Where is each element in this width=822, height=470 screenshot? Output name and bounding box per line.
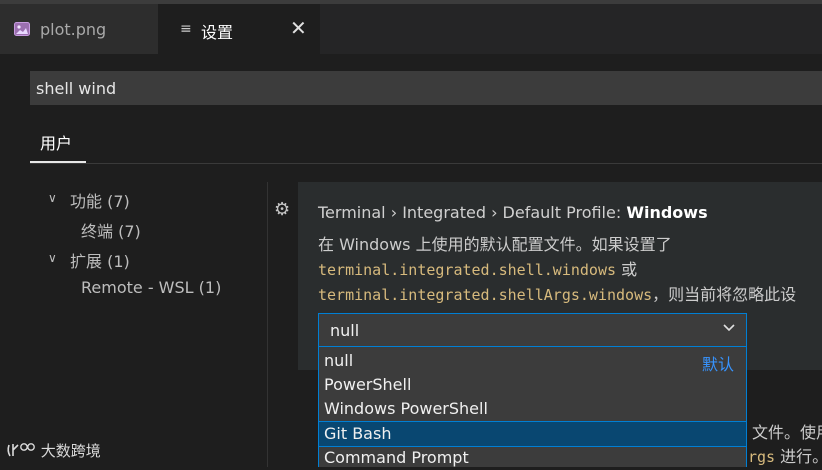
option-powershell[interactable]: PowerShell bbox=[319, 373, 746, 397]
watermark: 大数跨境 bbox=[6, 440, 101, 461]
toc-item-terminal[interactable]: 终端 (7) bbox=[81, 218, 141, 242]
option-label: null bbox=[324, 351, 354, 370]
chevron-down-icon[interactable]: ∨ bbox=[48, 191, 57, 205]
toc-item-features[interactable]: 功能 (7) bbox=[70, 188, 130, 212]
setting-description-line3: terminal.integrated.shellArgs.windows，则当… bbox=[318, 281, 796, 305]
code-link[interactable]: terminal.integrated.shell.windows bbox=[318, 261, 616, 279]
toc-item-extensions[interactable]: 扩展 (1) bbox=[70, 248, 130, 272]
setting-title-path: Terminal › Integrated › Default Profile: bbox=[318, 203, 627, 222]
setting-description: 在 Windows 上使用的默认配置文件。如果设置了 bbox=[318, 235, 672, 254]
option-label: Git Bash bbox=[324, 424, 392, 443]
option-windows-powershell[interactable]: Windows PowerShell bbox=[319, 397, 746, 421]
description-text: 进行。 bbox=[780, 447, 822, 466]
next-setting-description-line2: rgs 进行。 bbox=[748, 443, 822, 467]
tab-label: 设置 bbox=[201, 23, 234, 42]
image-icon bbox=[14, 22, 30, 36]
chevron-down-icon bbox=[723, 324, 735, 332]
tab-user-settings[interactable]: 用户 bbox=[40, 130, 72, 154]
option-label: Windows PowerShell bbox=[324, 399, 488, 418]
select-value: null bbox=[330, 321, 360, 340]
tab-plot-png[interactable]: plot.png bbox=[0, 4, 158, 54]
setting-title: Terminal › Integrated › Default Profile:… bbox=[318, 203, 708, 222]
description-text: ，则当前将忽略此设 bbox=[652, 285, 797, 304]
code-link[interactable]: terminal.integrated.shellArgs.windows bbox=[318, 286, 652, 304]
option-null[interactable]: null 默认 bbox=[319, 349, 746, 374]
list-icon: ≡ bbox=[180, 21, 192, 37]
tab-label: plot.png bbox=[40, 20, 107, 39]
option-command-prompt[interactable]: Command Prompt bbox=[319, 446, 746, 470]
search-value: shell wind bbox=[36, 78, 117, 98]
next-setting-description: 文件。使用 bbox=[752, 423, 822, 442]
option-git-bash[interactable]: Git Bash bbox=[318, 421, 747, 447]
toc-divider bbox=[267, 182, 268, 467]
default-badge: 默认 bbox=[701, 355, 734, 374]
setting-title-name: Windows bbox=[626, 203, 708, 222]
settings-search-input[interactable]: shell wind bbox=[30, 71, 822, 105]
option-label: Command Prompt bbox=[324, 448, 469, 467]
chevron-down-icon[interactable]: ∨ bbox=[48, 251, 57, 265]
description-text: 或 bbox=[616, 260, 638, 279]
tab-settings[interactable]: ≡ 设置 ✕ bbox=[158, 4, 320, 54]
option-label: PowerShell bbox=[324, 375, 412, 394]
code-link[interactable]: rgs bbox=[748, 448, 775, 466]
divider bbox=[30, 163, 822, 164]
toc-item-remote-wsl[interactable]: Remote - WSL (1) bbox=[81, 278, 221, 297]
close-icon[interactable]: ✕ bbox=[290, 16, 307, 40]
editor-tab-bar: plot.png ≡ 设置 ✕ bbox=[0, 0, 822, 54]
watermark-text: 大数跨境 bbox=[40, 442, 101, 460]
gear-icon[interactable]: ⚙ bbox=[274, 199, 290, 220]
default-profile-select[interactable]: null bbox=[318, 313, 747, 347]
setting-description-line2: terminal.integrated.shell.windows 或 bbox=[318, 256, 637, 280]
watermark-logo-icon bbox=[7, 443, 35, 457]
select-dropdown-list: null 默认 PowerShell Windows PowerShell Gi… bbox=[318, 347, 747, 467]
